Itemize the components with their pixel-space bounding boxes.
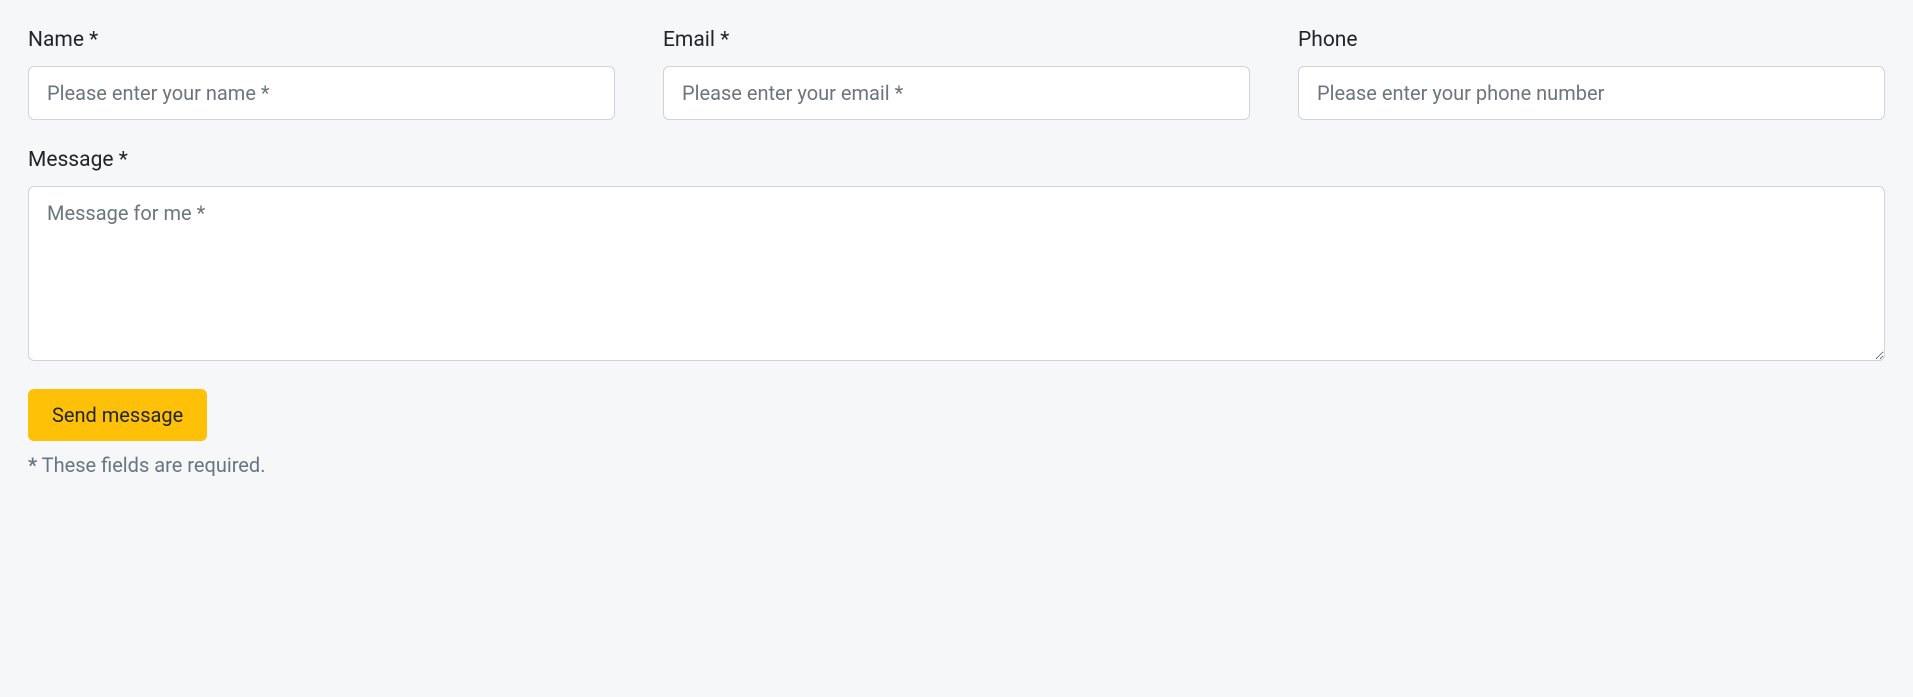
required-asterisk: * <box>28 453 37 477</box>
email-label: Email * <box>663 28 1250 52</box>
message-textarea[interactable] <box>28 186 1885 361</box>
send-message-button[interactable]: Send message <box>28 389 207 441</box>
phone-input[interactable] <box>1298 66 1885 120</box>
email-field-group: Email * <box>663 28 1250 120</box>
name-label: Name * <box>28 28 615 52</box>
name-field-group: Name * <box>28 28 615 120</box>
email-input[interactable] <box>663 66 1250 120</box>
required-fields-note: * These fields are required. <box>28 453 1885 477</box>
message-label: Message * <box>28 148 1885 172</box>
phone-field-group: Phone <box>1298 28 1885 120</box>
contact-form: Name * Email * Phone Message * Send mess… <box>28 28 1885 477</box>
phone-label: Phone <box>1298 28 1885 52</box>
required-text: These fields are required. <box>37 453 265 477</box>
name-input[interactable] <box>28 66 615 120</box>
top-fields-row: Name * Email * Phone <box>28 28 1885 120</box>
message-field-group: Message * <box>28 148 1885 361</box>
